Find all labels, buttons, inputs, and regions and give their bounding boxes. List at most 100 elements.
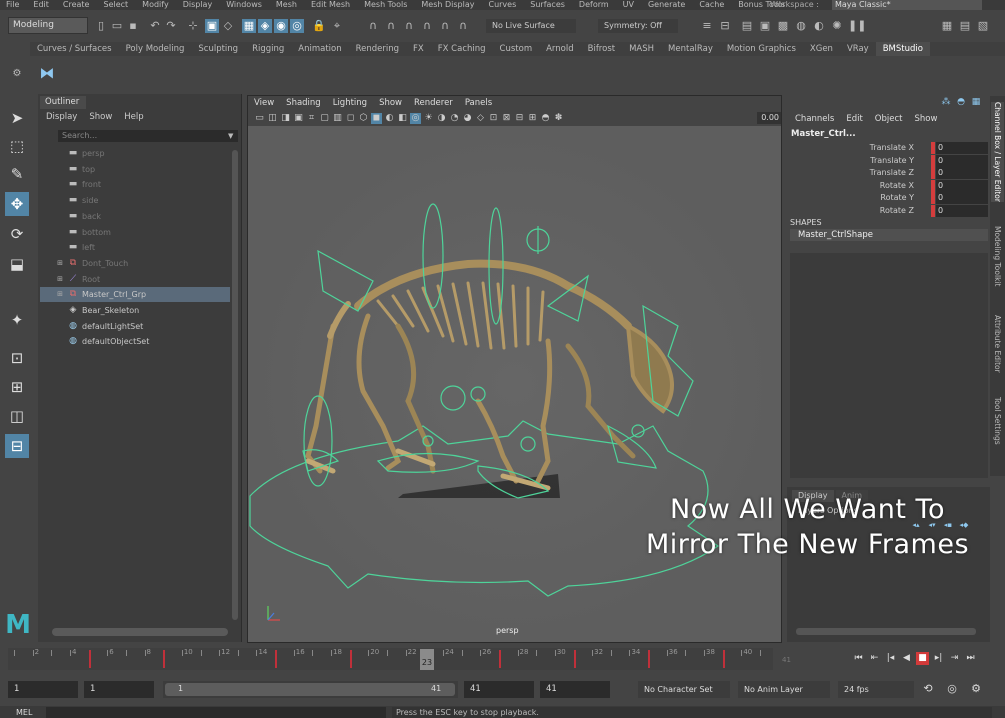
- channel-row-rotate-y[interactable]: Rotate Y 0: [790, 192, 988, 205]
- channel-row-translate-x[interactable]: Translate X 0: [790, 142, 988, 154]
- channel-menu-show[interactable]: Show: [908, 113, 943, 126]
- shelf-settings-icon[interactable]: ⚙: [10, 68, 24, 82]
- step-back-key-icon[interactable]: ⇤: [868, 652, 881, 665]
- channel-row-rotate-z[interactable]: Rotate Z 0: [790, 205, 988, 217]
- exposure-field[interactable]: 0.00: [757, 112, 781, 124]
- step-forward-key-icon[interactable]: ⇥: [948, 652, 961, 665]
- channel-menu-channels[interactable]: Channels: [789, 113, 840, 126]
- channel-key-icon[interactable]: ◓: [955, 96, 967, 108]
- single-view-icon[interactable]: ⊡: [5, 346, 29, 370]
- input-ops-icon[interactable]: ≡: [700, 19, 714, 33]
- step-forward-frame-icon[interactable]: ▸|: [932, 652, 945, 665]
- viewport-menu-shading[interactable]: Shading: [280, 96, 327, 110]
- current-frame-marker[interactable]: 23: [420, 649, 434, 670]
- outliner-layout-icon[interactable]: ⊟: [5, 434, 29, 458]
- last-tool-icon[interactable]: ✦: [5, 308, 29, 332]
- go-to-start-icon[interactable]: ⏮: [852, 652, 865, 665]
- menu-select[interactable]: Select: [97, 0, 136, 10]
- shelf-tab-xgen[interactable]: XGen: [803, 42, 840, 56]
- shelf-tab-mentalray[interactable]: MentalRay: [661, 42, 720, 56]
- layer-horizontal-scrollbar[interactable]: [796, 628, 976, 635]
- workspace-select[interactable]: Maya Classic*: [832, 0, 982, 10]
- outliner-item-master-ctrl-grp[interactable]: ⊞ ⧉ Master_Ctrl_Grp: [40, 287, 230, 303]
- two-view-icon[interactable]: ◫: [5, 404, 29, 428]
- xray-active-icon[interactable]: ⊟: [514, 113, 525, 124]
- menu-windows[interactable]: Windows: [220, 0, 270, 10]
- lock-icon[interactable]: 🔒: [312, 19, 326, 33]
- gamma-icon[interactable]: ◓: [540, 113, 551, 124]
- shelf-tab-arnold[interactable]: Arnold: [539, 42, 581, 56]
- expand-icon[interactable]: ⊞: [54, 272, 66, 287]
- menu-curves[interactable]: Curves: [482, 0, 524, 10]
- wireframe-on-shaded-icon[interactable]: ◧: [397, 113, 408, 124]
- menu-edit-mesh[interactable]: Edit Mesh: [305, 0, 358, 10]
- snap-grid-icon[interactable]: ▦: [242, 19, 256, 33]
- shelf-tab-poly-modeling[interactable]: Poly Modeling: [119, 42, 192, 56]
- outliner-item-bear-skeleton[interactable]: ◈ Bear_Skeleton: [40, 303, 230, 318]
- loop-icon[interactable]: ⟲: [920, 681, 936, 697]
- magnet-live-icon[interactable]: ∩: [456, 19, 470, 33]
- channel-value-field[interactable]: 0: [936, 179, 988, 192]
- shelf-tab-rendering[interactable]: Rendering: [349, 42, 406, 56]
- select-tool-icon[interactable]: ➤: [5, 106, 29, 130]
- menu-surfaces[interactable]: Surfaces: [524, 0, 573, 10]
- stop-playback-icon[interactable]: ■: [916, 651, 929, 665]
- tab-channel-box[interactable]: Channel Box / Layer Editor: [991, 102, 1004, 202]
- live-surface-field[interactable]: No Live Surface: [486, 19, 576, 33]
- render-frame-icon[interactable]: ▣: [758, 19, 772, 33]
- toggle-outliner-icon[interactable]: ▤: [958, 19, 972, 33]
- playback-end-field[interactable]: 41: [464, 681, 534, 698]
- shelf-tab-custom[interactable]: Custom: [493, 42, 540, 56]
- magnet-curve-icon[interactable]: ∩: [384, 19, 398, 33]
- outliner-item-bottom[interactable]: ▬ bottom: [40, 225, 230, 240]
- outliner-item-defaultobjectset[interactable]: ◍ defaultObjectSet: [40, 334, 230, 349]
- viewport-canvas[interactable]: [248, 126, 781, 642]
- outliner-search-input[interactable]: Search...: [58, 130, 238, 142]
- outliner-item-top[interactable]: ▬ top: [40, 162, 230, 177]
- command-language-label[interactable]: MEL: [16, 708, 32, 717]
- time-slider[interactable]: [8, 648, 773, 670]
- viewport-menu-show[interactable]: Show: [373, 96, 408, 110]
- open-scene-icon[interactable]: ▭: [110, 19, 124, 33]
- outliner-horizontal-scrollbar[interactable]: [52, 628, 228, 636]
- menu-modify[interactable]: Modify: [136, 0, 177, 10]
- range-slider-handle[interactable]: [165, 683, 455, 696]
- shade-all-icon[interactable]: ◐: [384, 113, 395, 124]
- viewport-menu-view[interactable]: View: [248, 96, 280, 110]
- menu-deform[interactable]: Deform: [573, 0, 617, 10]
- tab-attribute-editor[interactable]: Attribute Editor: [991, 315, 1004, 373]
- magnet-icon[interactable]: ∩: [366, 19, 380, 33]
- xray-joints-icon[interactable]: ⊠: [501, 113, 512, 124]
- channel-value-field[interactable]: 0: [936, 167, 988, 180]
- outliner-item-defaultlightset[interactable]: ◍ defaultLightSet: [40, 319, 230, 334]
- outliner-item-back[interactable]: ▬ back: [40, 209, 230, 224]
- go-to-end-icon[interactable]: ⏭: [964, 652, 977, 665]
- search-options-icon[interactable]: ▼: [228, 130, 238, 142]
- fps-select[interactable]: 24 fps: [838, 681, 914, 698]
- menu-set-select[interactable]: Modeling: [8, 17, 88, 34]
- shelf-tab-curves-surfaces[interactable]: Curves / Surfaces: [30, 42, 119, 56]
- channel-row-translate-z[interactable]: Translate Z 0: [790, 167, 988, 180]
- snap-point-icon[interactable]: ◉: [274, 19, 288, 33]
- resolution-gate-icon[interactable]: ▥: [332, 113, 343, 124]
- select-object-icon[interactable]: ▣: [205, 19, 219, 33]
- motion-blur-icon[interactable]: ◕: [462, 113, 473, 124]
- use-lights-icon[interactable]: ☀: [423, 113, 434, 124]
- toggle-attribute-icon[interactable]: ▧: [976, 19, 990, 33]
- outliner-item-persp[interactable]: ▬ persp: [40, 146, 230, 161]
- snap-surface-icon[interactable]: ⌖: [330, 19, 344, 33]
- channel-layer-icon[interactable]: ⁂: [940, 96, 952, 108]
- ambient-occlusion-icon[interactable]: ◔: [449, 113, 460, 124]
- auto-key-icon[interactable]: ◎: [944, 681, 960, 697]
- shelf-tab-mash[interactable]: MASH: [622, 42, 661, 56]
- tab-modeling-toolkit[interactable]: Modeling Toolkit: [991, 226, 1004, 286]
- hypershade-icon[interactable]: ◐: [812, 19, 826, 33]
- shelf-tab-rigging[interactable]: Rigging: [245, 42, 291, 56]
- screen-space-icon[interactable]: ⊞: [527, 113, 538, 124]
- scale-tool-icon[interactable]: ⬓: [5, 252, 29, 276]
- redo-icon[interactable]: ↷: [164, 19, 178, 33]
- step-back-frame-icon[interactable]: |◂: [884, 652, 897, 665]
- menu-mesh-display[interactable]: Mesh Display: [415, 0, 482, 10]
- tab-tool-settings[interactable]: Tool Settings: [991, 397, 1004, 445]
- shelf-tab-sculpting[interactable]: Sculpting: [191, 42, 245, 56]
